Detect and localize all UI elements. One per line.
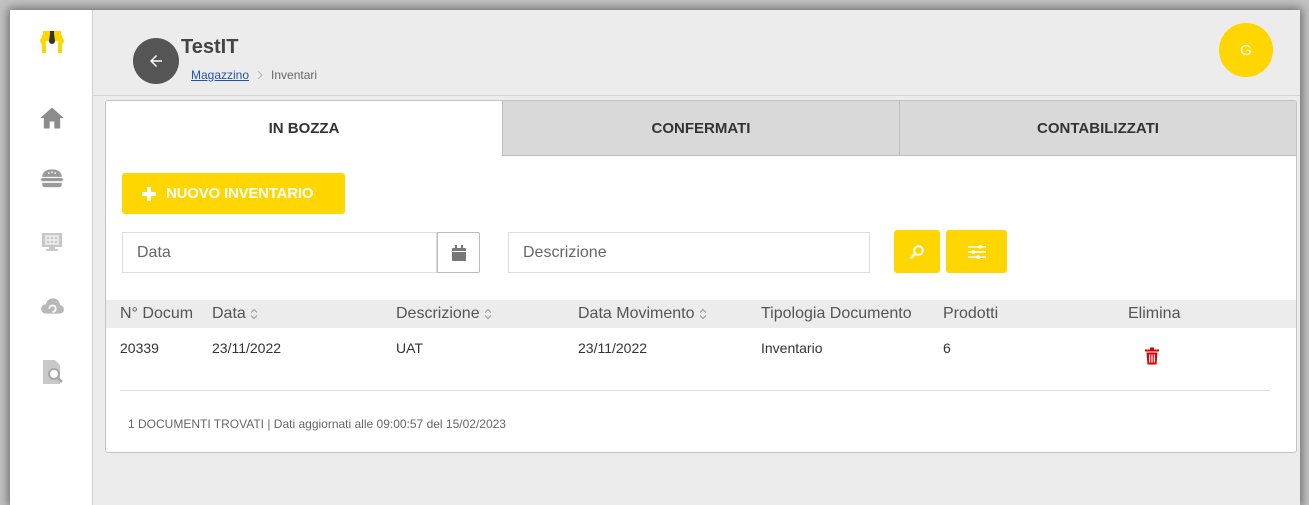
cloud-icon [41, 298, 64, 314]
tab-bar: IN BOZZA CONFERMATI CONTABILIZZATI [106, 101, 1296, 156]
calendar-button[interactable] [437, 232, 480, 273]
column-label: Tipologia Documento [761, 305, 912, 322]
sort-icon[interactable] [484, 308, 492, 320]
column-header-prodotti: Prodotti [943, 300, 1123, 328]
sort-icon[interactable] [250, 308, 258, 320]
tab-label: CONTABILIZZATI [1037, 119, 1159, 137]
app-window: TestIT Magazzino Inventari G IN BOZZA CO… [10, 10, 1300, 505]
column-label: N° Docum [120, 305, 194, 322]
sidebar-item-home[interactable] [37, 103, 67, 133]
page-title: TestIT [181, 36, 239, 58]
cell-data: 23/11/2022 [212, 340, 282, 356]
cell-data-movimento: 23/11/2022 [578, 340, 648, 356]
sidebar-item-menu[interactable] [37, 163, 67, 193]
plus-icon [142, 186, 156, 201]
sidebar-item-reports[interactable] [37, 357, 67, 387]
tab-label: CONFERMATI [651, 119, 751, 137]
cell-descrizione: UAT [396, 340, 423, 356]
sidebar [10, 10, 93, 505]
sidebar-item-register[interactable] [37, 227, 67, 257]
date-filter [122, 232, 480, 273]
table-header: N° Docum Data Descrizione Data Movimento… [106, 300, 1296, 328]
page-header: TestIT Magazzino Inventari G [93, 10, 1300, 96]
delete-button[interactable] [1145, 347, 1159, 365]
tab-label: IN BOZZA [268, 119, 340, 137]
column-header-tipologia: Tipologia Documento [761, 300, 941, 328]
results-status: 1 DOCUMENTI TROVATI | Dati aggiornati al… [128, 417, 506, 431]
sidebar-item-shop[interactable] [37, 27, 67, 57]
column-header-numero: N° Docum [120, 300, 210, 328]
home-icon [40, 107, 64, 129]
description-input[interactable] [508, 232, 870, 273]
column-header-descrizione[interactable]: Descrizione [396, 300, 574, 328]
breadcrumb: Magazzino Inventari [191, 68, 317, 82]
cash-register-icon [42, 233, 62, 251]
table-row[interactable]: 20339 23/11/2022 UAT 23/11/2022 Inventar… [106, 337, 1296, 371]
report-search-icon [43, 360, 63, 384]
arrow-left-icon [150, 55, 162, 67]
search-icon [910, 244, 924, 259]
sliders-icon [967, 244, 986, 259]
burger-icon [41, 169, 63, 188]
sort-icon[interactable] [699, 308, 707, 320]
chevron-right-icon [257, 70, 263, 80]
tab-contabilizzati[interactable]: CONTABILIZZATI [899, 101, 1296, 156]
column-label: Descrizione [396, 305, 480, 322]
date-input[interactable] [122, 232, 437, 273]
new-inventory-button[interactable]: NUOVO INVENTARIO [122, 173, 345, 214]
breadcrumb-current: Inventari [271, 68, 318, 82]
new-inventory-label: NUOVO INVENTARIO [166, 185, 314, 202]
tab-confermati[interactable]: CONFERMATI [502, 101, 899, 156]
column-header-elimina: Elimina [1128, 300, 1288, 328]
column-label: Prodotti [943, 305, 999, 322]
calendar-icon [451, 244, 466, 261]
avatar[interactable]: G [1219, 23, 1273, 77]
back-button[interactable] [133, 38, 179, 84]
cell-prodotti: 6 [943, 340, 951, 356]
divider [120, 390, 1270, 391]
column-label: Data [212, 305, 246, 322]
column-header-data[interactable]: Data [212, 300, 392, 328]
advanced-filter-button[interactable] [946, 230, 1007, 273]
breadcrumb-link-magazzino[interactable]: Magazzino [191, 68, 249, 82]
search-button[interactable] [894, 230, 940, 273]
inventory-card: IN BOZZA CONFERMATI CONTABILIZZATI NUOVO… [105, 100, 1297, 453]
column-label: Elimina [1128, 305, 1181, 322]
cell-numero: 20339 [120, 340, 159, 356]
column-header-data-movimento[interactable]: Data Movimento [578, 300, 758, 328]
trash-icon [1145, 347, 1159, 365]
cell-tipologia: Inventario [761, 340, 823, 356]
column-label: Data Movimento [578, 305, 695, 322]
main-area: TestIT Magazzino Inventari G IN BOZZA CO… [93, 10, 1300, 505]
shop-icon [40, 31, 64, 53]
tab-in-bozza[interactable]: IN BOZZA [106, 101, 502, 156]
sidebar-item-cloud[interactable] [37, 291, 67, 321]
